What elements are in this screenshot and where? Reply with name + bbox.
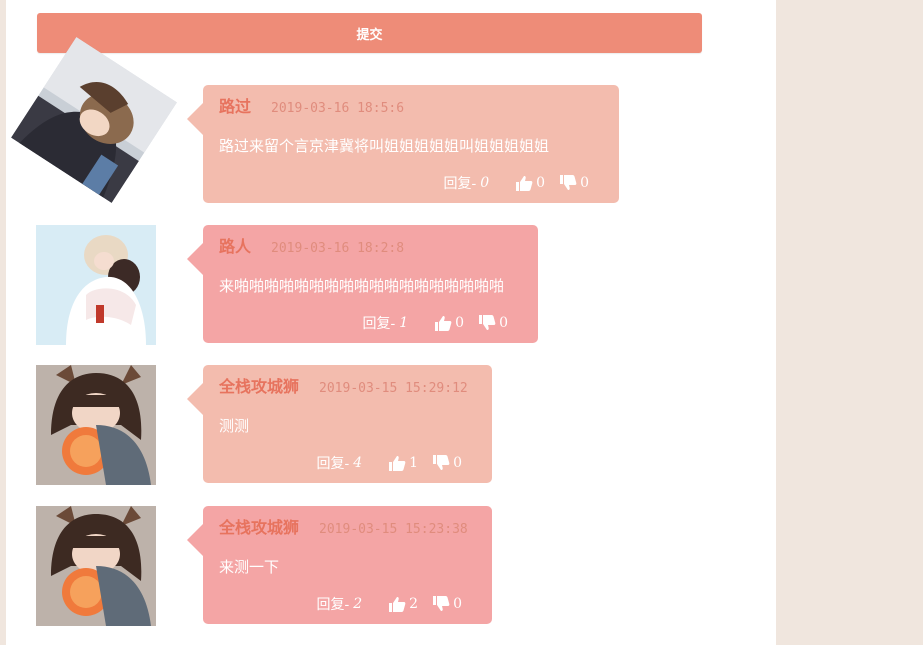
comment-bubble: 全栈攻城狮 2019-03-15 15:23:38 来测一下 回复- 2 2 0 [187, 506, 492, 624]
comment-content: 来测一下 [219, 558, 280, 576]
comment-content: 测测 [219, 417, 250, 435]
dislike-button[interactable]: 0 [432, 455, 462, 471]
thumbs-down-icon [560, 175, 577, 190]
reply-button[interactable]: 回复- [444, 173, 477, 193]
reply-button[interactable]: 回复- [363, 313, 396, 333]
like-count: 0 [536, 175, 546, 191]
dislike-count: 0 [453, 455, 462, 471]
avatar[interactable] [36, 365, 156, 485]
comment-item: 路人 2019-03-16 18:2:8 来啪啪啪啪啪啪啪啪啪啪啪啪啪啪啪啪啪啪… [0, 225, 923, 345]
thumbs-up-icon [389, 456, 406, 471]
reply-button[interactable]: 回复- [317, 594, 350, 614]
submit-button[interactable]: 提交 [37, 13, 702, 53]
comment-author[interactable]: 路过 [219, 93, 251, 117]
thumbs-up-icon [389, 597, 406, 612]
comment-time: 2019-03-16 18:5:6 [271, 101, 405, 116]
dislike-count: 0 [499, 315, 508, 331]
reply-button[interactable]: 回复- [317, 453, 350, 473]
comment-time: 2019-03-15 15:29:12 [319, 381, 468, 396]
thumbs-down-icon [433, 596, 450, 611]
comment-author[interactable]: 全栈攻城狮 [219, 373, 299, 397]
like-button[interactable]: 2 [388, 596, 418, 612]
comment-bubble: 路人 2019-03-16 18:2:8 来啪啪啪啪啪啪啪啪啪啪啪啪啪啪啪啪啪啪… [187, 225, 538, 343]
thumbs-up-icon [516, 176, 533, 191]
dislike-button[interactable]: 0 [432, 596, 462, 612]
like-count: 0 [455, 315, 465, 331]
comment-time: 2019-03-16 18:2:8 [271, 241, 405, 256]
thumbs-up-icon [435, 316, 452, 331]
dislike-count: 0 [580, 175, 589, 191]
like-count: 1 [409, 455, 419, 471]
comment-bubble: 全栈攻城狮 2019-03-15 15:29:12 测测 回复- 4 1 0 [187, 365, 492, 483]
thumbs-down-icon [433, 455, 450, 470]
like-button[interactable]: 0 [434, 315, 464, 331]
comment-bubble: 路过 2019-03-16 18:5:6 路过来留个言京津冀将叫姐姐姐姐姐叫姐姐… [187, 85, 619, 203]
comment-item: 路过 2019-03-16 18:5:6 路过来留个言京津冀将叫姐姐姐姐姐叫姐姐… [0, 37, 923, 204]
comment-time: 2019-03-15 15:23:38 [319, 522, 468, 537]
like-button[interactable]: 0 [515, 175, 545, 191]
comment-item: 全栈攻城狮 2019-03-15 15:23:38 来测一下 回复- 2 2 0 [0, 506, 923, 626]
reply-count: 0 [480, 175, 490, 191]
comment-content: 来啪啪啪啪啪啪啪啪啪啪啪啪啪啪啪啪啪啪 [219, 277, 505, 295]
reply-count: 1 [399, 315, 409, 331]
comment-content: 路过来留个言京津冀将叫姐姐姐姐姐叫姐姐姐姐姐 [219, 137, 550, 155]
reply-count: 2 [353, 596, 363, 612]
dislike-count: 0 [453, 596, 462, 612]
comment-item: 全栈攻城狮 2019-03-15 15:29:12 测测 回复- 4 1 0 [0, 365, 923, 485]
like-button[interactable]: 1 [388, 455, 418, 471]
dislike-button[interactable]: 0 [478, 315, 508, 331]
comment-author[interactable]: 全栈攻城狮 [219, 514, 299, 538]
thumbs-down-icon [479, 315, 496, 330]
avatar[interactable] [36, 225, 156, 345]
reply-count: 4 [353, 455, 363, 471]
comment-author[interactable]: 路人 [219, 233, 251, 257]
avatar[interactable] [36, 506, 156, 626]
like-count: 2 [409, 596, 419, 612]
dislike-button[interactable]: 0 [559, 175, 589, 191]
